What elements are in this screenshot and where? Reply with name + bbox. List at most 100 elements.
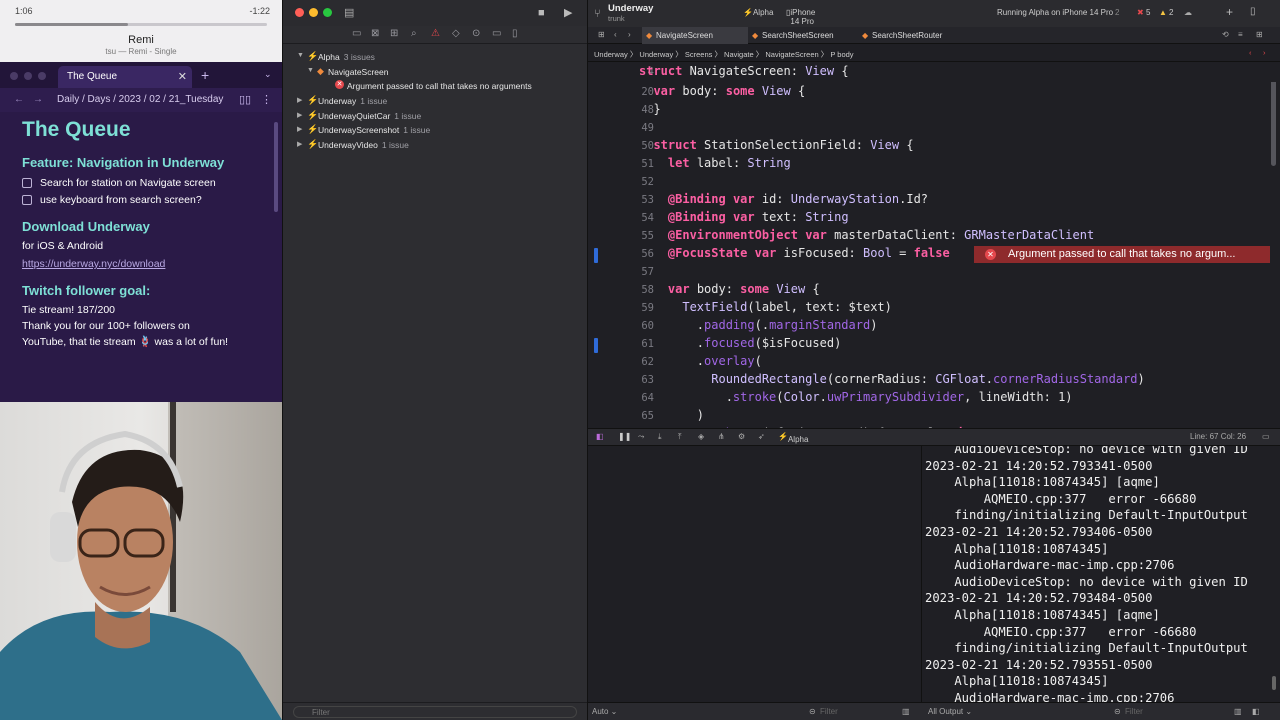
- environment-overrides-icon[interactable]: ⚙: [738, 432, 745, 441]
- code-line[interactable]: 64 .stroke(Color.uwPrimarySubdivider, li…: [588, 390, 1280, 408]
- inline-error-message[interactable]: ✕ Argument passed to call that takes no a…: [974, 246, 1270, 263]
- code-line[interactable]: 49: [588, 120, 1280, 138]
- code-line[interactable]: 53 @Binding var id: UnderwayStation.Id?: [588, 192, 1280, 210]
- variables-mode-selector[interactable]: Auto ⌄: [592, 707, 617, 716]
- report-navigator-icon[interactable]: ▯: [512, 28, 518, 39]
- close-tab-icon[interactable]: ✕: [178, 70, 187, 83]
- note-tab[interactable]: The Queue ✕: [58, 66, 192, 88]
- issue-row[interactable]: ▶ ⚡ UnderwayVideo 1 issue: [283, 139, 587, 154]
- breadcrumb[interactable]: Daily / Days / 2023 / 02 / 21_Tuesday: [57, 94, 223, 105]
- sidebar-toggle-icon[interactable]: ▤: [344, 6, 354, 19]
- add-library-icon[interactable]: +: [1226, 5, 1233, 19]
- disclosure-closed-icon[interactable]: ▶: [297, 96, 302, 104]
- refresh-icon[interactable]: ⟲: [1222, 30, 1229, 39]
- pause-icon[interactable]: ❚❚: [618, 432, 631, 441]
- issue-row[interactable]: ▼ ◆ NavigateScreen: [283, 66, 587, 81]
- next-issue-icon[interactable]: ›: [1263, 48, 1266, 57]
- warning-count[interactable]: 2: [1169, 8, 1173, 17]
- code-line[interactable]: 50 struct StationSelectionField: View {: [588, 138, 1280, 156]
- code-line[interactable]: 62 .overlay(: [588, 354, 1280, 372]
- debug-view-icon[interactable]: ◈: [698, 432, 704, 441]
- close-window-button[interactable]: [295, 8, 304, 17]
- code-line[interactable]: 63 RoundedRectangle(cornerRadius: CGFloa…: [588, 372, 1280, 390]
- disclosure-closed-icon[interactable]: ▶: [297, 140, 302, 148]
- code-line[interactable]: 54 @Binding var text: String: [588, 210, 1280, 228]
- issue-row[interactable]: ✕ Argument passed to call that takes no a…: [283, 80, 587, 95]
- code-line[interactable]: 4 struct NavigateScreen: View {: [588, 64, 1280, 82]
- step-into-icon[interactable]: ⤓: [658, 432, 662, 442]
- tab-list-chevron-icon[interactable]: ⌄: [264, 69, 272, 80]
- adjust-editor-icon[interactable]: ≡: [1238, 30, 1243, 39]
- code-line[interactable]: 56 @FocusState var isFocused: Bool = fal…: [588, 246, 1280, 264]
- tab-searchsheetrouter[interactable]: ◆ SearchSheetRouter: [858, 27, 968, 44]
- navigator-filter-field[interactable]: Filter: [293, 706, 577, 718]
- code-line[interactable]: 55 @EnvironmentObject var masterDataClie…: [588, 228, 1280, 246]
- code-line[interactable]: 52: [588, 174, 1280, 192]
- step-out-icon[interactable]: ⤒: [678, 432, 682, 442]
- editor-menu-icon[interactable]: ⊞: [598, 30, 605, 39]
- location-icon[interactable]: ➶: [758, 432, 765, 441]
- split-editor-icon[interactable]: ⊞: [1256, 30, 1263, 39]
- window-zoom-dot[interactable]: [38, 72, 46, 80]
- source-control-icon[interactable]: ⊠: [371, 28, 379, 39]
- back-chevron-icon[interactable]: ‹: [614, 30, 617, 39]
- window-minimize-dot[interactable]: [24, 72, 32, 80]
- tab-searchsheetscreen[interactable]: ◆ SearchSheetScreen: [748, 27, 858, 44]
- code-line[interactable]: 57: [588, 264, 1280, 282]
- reading-view-icon[interactable]: ▯▯: [239, 93, 251, 106]
- stop-icon[interactable]: ■: [538, 7, 545, 19]
- code-line[interactable]: 60 .padding(.marginStandard): [588, 318, 1280, 336]
- console-scrollbar[interactable]: [1272, 676, 1276, 690]
- jump-bar-path[interactable]: Underway 〉 Underway 〉 Screens 〉 Navigate…: [594, 49, 854, 60]
- disclosure-open-icon[interactable]: ▼: [307, 67, 314, 74]
- new-tab-icon[interactable]: +: [201, 67, 209, 83]
- prev-issue-icon[interactable]: ‹: [1249, 48, 1252, 57]
- code-line[interactable]: 61 .focused($isFocused): [588, 336, 1280, 354]
- breakpoint-navigator-icon[interactable]: ▭: [492, 28, 501, 39]
- console-output[interactable]: AudioDeviceStop: no device with given ID…: [922, 446, 1280, 702]
- issue-row[interactable]: ▶ ⚡ UnderwayQuietCar 1 issue: [283, 110, 587, 125]
- task-checkbox[interactable]: [22, 194, 32, 205]
- code-line[interactable]: 20 var body: some View {: [588, 84, 1280, 102]
- zoom-window-button[interactable]: [323, 8, 332, 17]
- scheme-selector[interactable]: ⚡ Alpha: [743, 8, 773, 17]
- code-line[interactable]: 51 let label: String: [588, 156, 1280, 174]
- issue-row[interactable]: ▶ ⚡ Underway 1 issue: [283, 95, 587, 110]
- notes-scrollbar[interactable]: [274, 122, 278, 212]
- console-filter-field[interactable]: Filter: [1125, 707, 1143, 716]
- toggle-debug-area-icon[interactable]: ◧: [596, 432, 604, 441]
- step-over-icon[interactable]: ⤳: [638, 432, 644, 442]
- download-link[interactable]: https://underway.nyc/download: [22, 258, 165, 270]
- clear-console-icon[interactable]: ▥: [1234, 707, 1242, 716]
- code-line[interactable]: 48 }: [588, 102, 1280, 120]
- hide-debug-area-icon[interactable]: ▭: [1262, 432, 1270, 441]
- code-line[interactable]: 65 ): [588, 408, 1280, 426]
- device-selector[interactable]: ▯ iPhone 14 Pro: [786, 8, 815, 26]
- debug-target[interactable]: ⚡ Alpha: [778, 432, 808, 444]
- error-count[interactable]: 5: [1146, 8, 1150, 17]
- disclosure-closed-icon[interactable]: ▶: [297, 111, 302, 119]
- test-navigator-icon[interactable]: ◇: [452, 28, 460, 39]
- forward-arrow-icon[interactable]: →: [33, 94, 43, 105]
- symbol-navigator-icon[interactable]: ⊞: [390, 28, 398, 39]
- code-editor[interactable]: 4 struct NavigateScreen: View { 20 var bod…: [588, 62, 1280, 428]
- variables-filter-field[interactable]: Filter: [820, 707, 838, 716]
- find-navigator-icon[interactable]: ⌕: [411, 28, 417, 39]
- trash-icon[interactable]: ▥: [902, 707, 910, 716]
- inspector-toggle-icon[interactable]: ▯: [1250, 6, 1256, 17]
- issue-row[interactable]: ▼ ⚡ Alpha 3 issues: [283, 51, 587, 66]
- task-checkbox[interactable]: [22, 177, 32, 188]
- disclosure-open-icon[interactable]: ▼: [297, 52, 304, 59]
- window-close-dot[interactable]: [10, 72, 18, 80]
- code-line[interactable]: 59 TextField(label, text: $text): [588, 300, 1280, 318]
- code-line[interactable]: 58 var body: some View {: [588, 282, 1280, 300]
- tab-navigatescreen[interactable]: ◆ NavigateScreen: [642, 27, 748, 44]
- debug-navigator-icon[interactable]: ⊙: [472, 28, 480, 39]
- disclosure-closed-icon[interactable]: ▶: [297, 125, 302, 133]
- memory-graph-icon[interactable]: ⋔: [718, 432, 725, 441]
- forward-chevron-icon[interactable]: ›: [628, 30, 631, 39]
- split-console-icon[interactable]: ◧: [1252, 707, 1260, 716]
- run-icon[interactable]: ▶: [564, 6, 572, 19]
- playback-progress-bar[interactable]: [15, 23, 267, 26]
- issue-row[interactable]: ▶ ⚡ UnderwayScreenshot 1 issue: [283, 124, 587, 139]
